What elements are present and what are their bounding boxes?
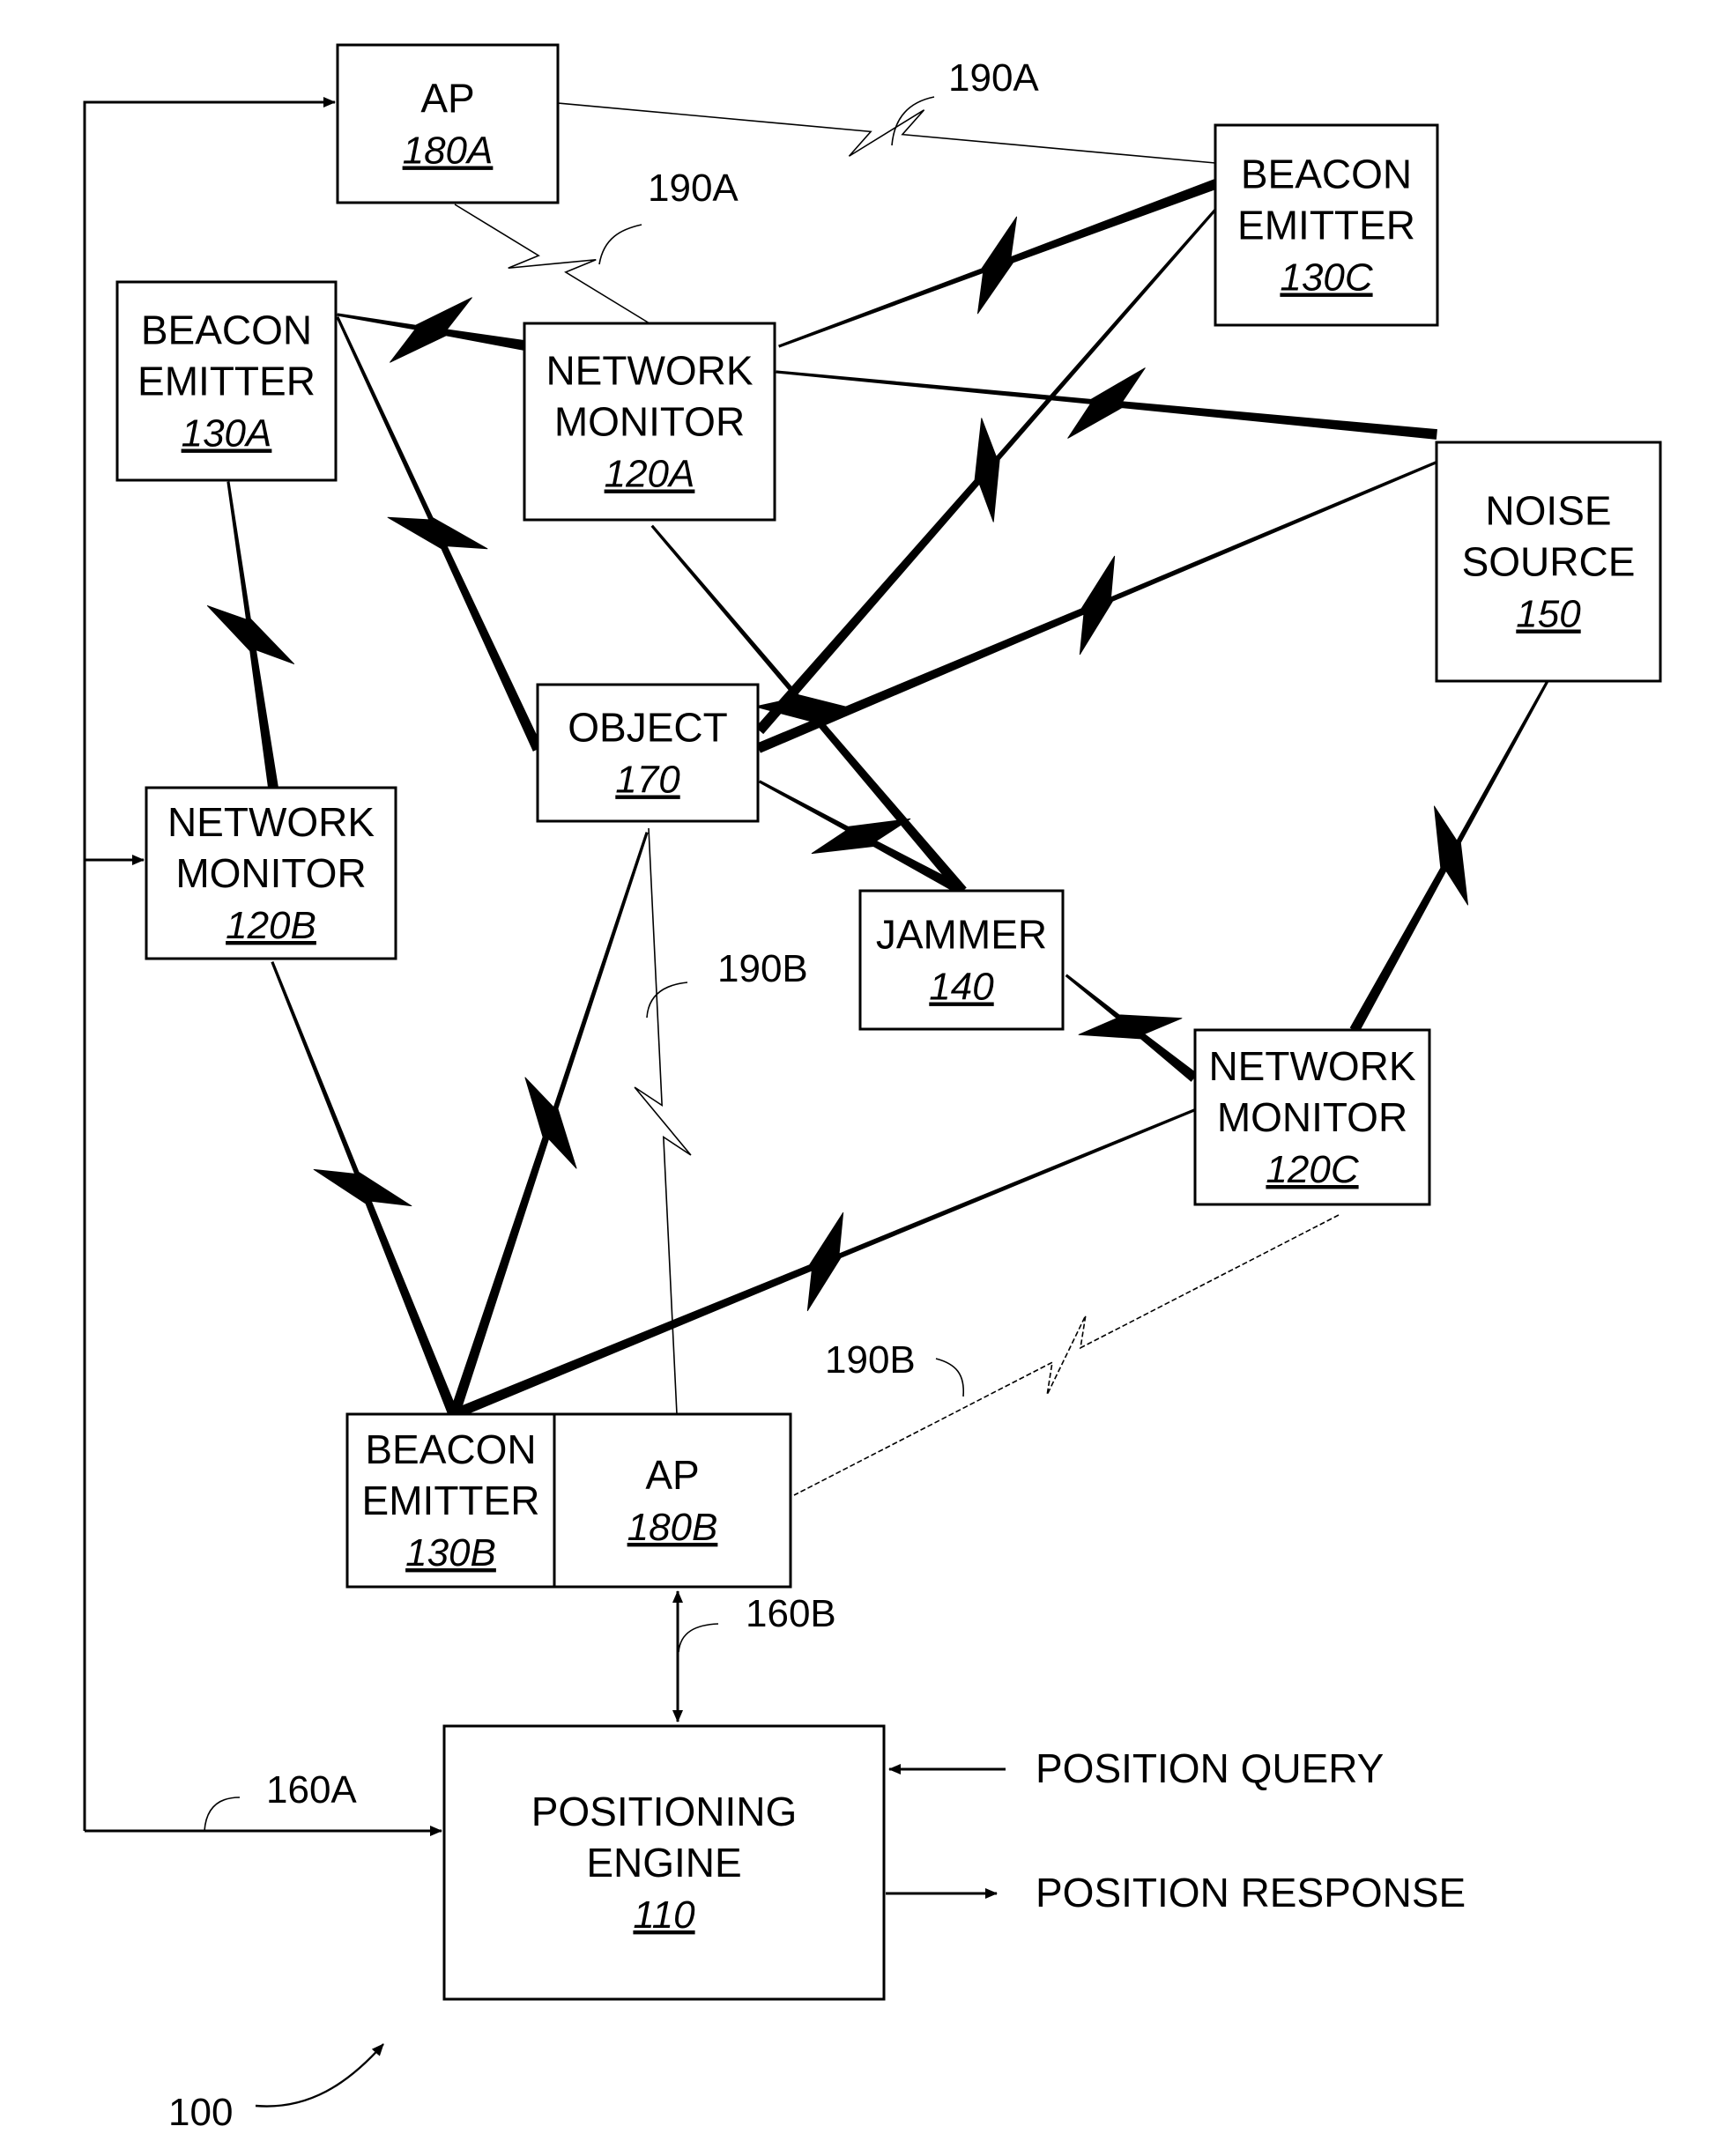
callout-160a: 160A — [266, 1768, 357, 1811]
node-reference-number: 120B — [226, 904, 316, 947]
callout-190a-mid: 190A — [648, 167, 739, 210]
node-reference-number: 120A — [605, 453, 695, 496]
lightning-bolt-icon — [1065, 974, 1199, 1082]
node-label: BEACON — [141, 307, 312, 353]
signal-jammer-140-to-netmon-120c — [1065, 974, 1199, 1082]
signal-ap-180a-to-beacon-130c — [557, 102, 1216, 164]
node-netmon-120b: NETWORK MONITOR 120B — [145, 786, 397, 960]
lightning-bolt-icon — [778, 179, 1218, 348]
node-label: JAMMER — [876, 912, 1047, 958]
node-label: NETWORK — [167, 799, 375, 845]
position-query-label: POSITION QUERY — [1036, 1745, 1384, 1791]
signal-noise-150-to-object-170 — [756, 461, 1437, 753]
node-reference-number: 170 — [615, 759, 680, 802]
node-box — [336, 43, 560, 204]
node-engine-110: POSITIONING ENGINE 110 — [442, 1724, 886, 2001]
node-label: NETWORK — [1208, 1043, 1415, 1089]
node-label: MONITOR — [554, 399, 745, 445]
node-object-170: OBJECT 170 — [536, 683, 760, 823]
node-label: BEACON — [1241, 152, 1412, 197]
callout-190a-top: 190A — [948, 56, 1039, 100]
signal-beacon-130a-to-netmon-120b — [206, 481, 295, 789]
lightning-bolt-icon — [271, 961, 458, 1416]
node-label: AP — [420, 76, 474, 122]
node-label: EMITTER — [137, 359, 316, 404]
positioning-system-diagram: AP 180A BEACON EMITTER 130A NETWORK MONITOR 120… — [83, 43, 1662, 2134]
node-label: NOISE — [1485, 488, 1611, 534]
node-reference-number: 110 — [633, 1893, 695, 1937]
figure-number-100: 100 — [168, 2091, 233, 2134]
node-label: AP — [645, 1452, 699, 1498]
node-beacon-130a: BEACON EMITTER 130A — [115, 280, 338, 482]
node-reference-number: 130C — [1280, 256, 1373, 300]
leader-190b-low — [935, 1358, 965, 1397]
node-label: EMITTER — [1237, 203, 1415, 248]
node-reference-number: 140 — [929, 966, 994, 1009]
leader-160a — [204, 1797, 241, 1832]
node-label: MONITOR — [175, 850, 366, 896]
node-jammer-140: JAMMER 140 — [858, 889, 1065, 1031]
lightning-bolt-icon — [557, 102, 1216, 164]
signal-netmon-120a-to-noise-150 — [776, 367, 1437, 440]
node-netmon-120a: NETWORK MONITOR 120A — [523, 322, 776, 522]
lightning-bolt-icon — [1349, 679, 1549, 1034]
lightning-bolt-icon — [206, 481, 295, 789]
signal-object-170-to-jammer-140 — [758, 780, 966, 896]
position-response-label: POSITION RESPONSE — [1036, 1870, 1466, 1915]
signal-beacon-130a-to-netmon-120a — [337, 297, 526, 363]
node-reference-number: 180B — [627, 1506, 718, 1549]
node-label: ENGINE — [586, 1840, 741, 1886]
node-beacon-130b: BEACON EMITTER 130B — [345, 1412, 556, 1589]
lightning-bolt-icon — [758, 780, 966, 896]
signal-netmon-120a-to-beacon-130c — [778, 179, 1218, 348]
signal-noise-150-to-netmon-120c — [1349, 679, 1549, 1034]
figure-ref-arrow — [255, 2043, 384, 2108]
leader-190a-top — [891, 96, 935, 146]
leader-190a-mid — [598, 224, 642, 265]
node-reference-number: 120C — [1266, 1148, 1359, 1191]
node-label: NETWORK — [546, 348, 753, 394]
signal-object-170-to-beacon-130b — [449, 832, 649, 1416]
callout-190b-mid: 190B — [717, 947, 808, 990]
node-reference-number: 150 — [1516, 593, 1581, 636]
lightning-bolt-icon — [336, 315, 543, 752]
node-label: BEACON — [365, 1426, 536, 1472]
node-label: OBJECT — [568, 705, 727, 751]
node-ap-180a: AP 180A — [336, 43, 560, 204]
lightning-bolt-icon — [454, 204, 650, 324]
lightning-bolt-icon — [756, 461, 1437, 753]
lightning-bolt-icon — [776, 367, 1437, 440]
signal-beacon-130a-to-object-170 — [336, 315, 543, 752]
node-reference-number: 180A — [403, 130, 494, 173]
leader-160b — [678, 1623, 719, 1653]
node-reference-number: 130B — [405, 1531, 496, 1574]
callout-190b-low: 190B — [825, 1338, 916, 1382]
node-reference-number: 130A — [182, 412, 272, 456]
lightning-bolt-icon — [337, 297, 526, 363]
node-noise-150: NOISE SOURCE 150 — [1435, 441, 1662, 683]
leader-190b-mid — [646, 982, 688, 1019]
node-ap-180b: AP 180B — [553, 1412, 792, 1589]
signal-ap-180a-to-netmon-120a — [454, 204, 650, 324]
node-box — [553, 1412, 792, 1589]
node-label: MONITOR — [1217, 1094, 1407, 1140]
lightning-bolt-icon — [449, 832, 649, 1416]
signal-netmon-120b-to-beacon-130b — [271, 961, 458, 1416]
node-label: SOURCE — [1462, 539, 1636, 585]
node-beacon-130c: BEACON EMITTER 130C — [1214, 123, 1439, 327]
node-netmon-120c: NETWORK MONITOR 120C — [1193, 1028, 1431, 1206]
callout-160b: 160B — [746, 1592, 836, 1635]
node-label: EMITTER — [362, 1478, 540, 1523]
node-label: POSITIONING — [531, 1789, 798, 1834]
